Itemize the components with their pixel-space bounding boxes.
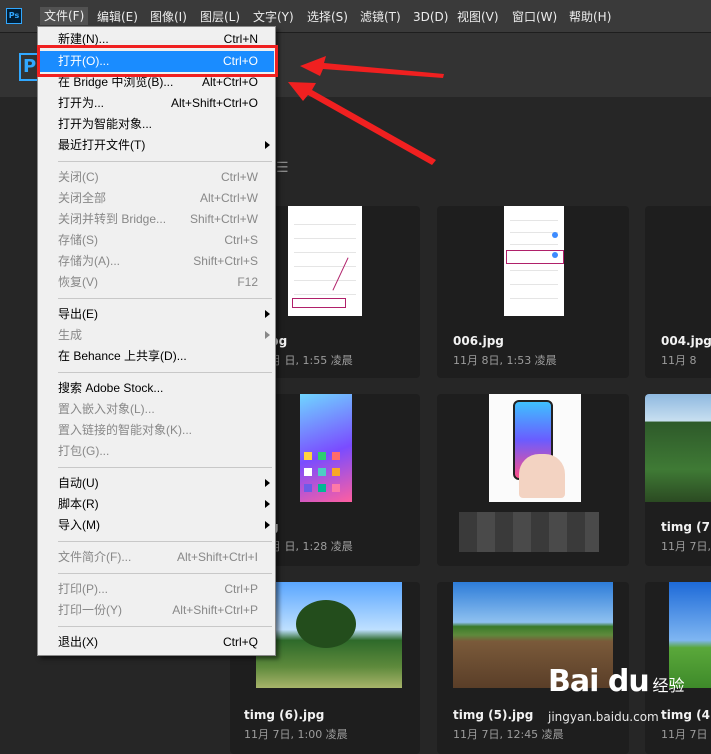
annotation-arrow-upper — [300, 56, 444, 78]
baidu-logo: Bai du — [548, 664, 650, 699]
watermark-text: 经验 — [652, 676, 685, 695]
watermark-url: jingyan.baidu.com — [548, 710, 659, 724]
annotation-arrow-lower — [288, 82, 436, 165]
annotation-arrows — [288, 56, 444, 165]
